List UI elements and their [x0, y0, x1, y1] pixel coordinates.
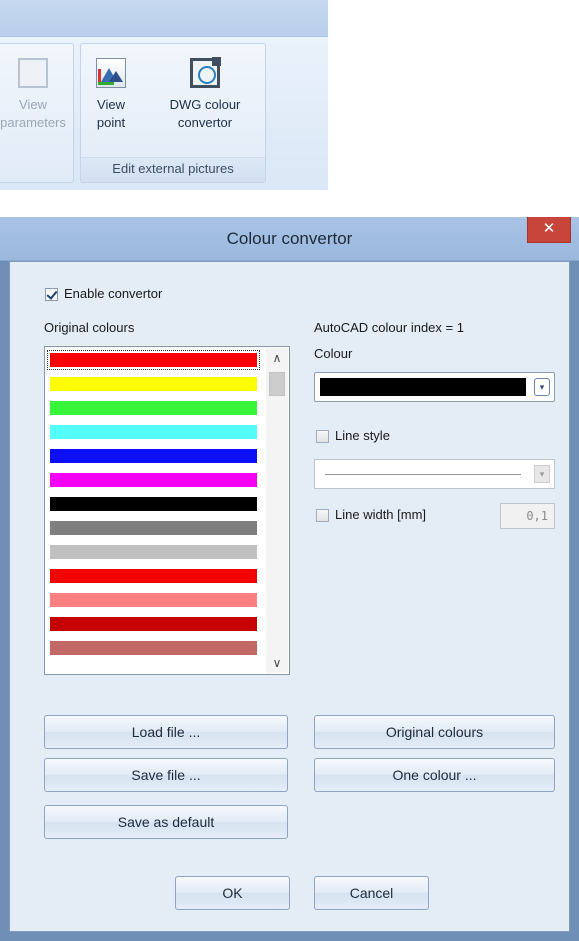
dwg-colour-convertor-button[interactable]: DWG colour convertor	[149, 57, 261, 132]
ribbon-tab-strip	[0, 0, 328, 37]
view-point-line2: point	[96, 115, 126, 130]
colour-list-item[interactable]	[50, 449, 257, 463]
selected-colour-swatch	[320, 378, 526, 396]
ribbon-group-edit-external-pictures: View point DWG colour convertor Edit ext…	[80, 43, 266, 183]
close-icon: ✕	[542, 220, 556, 237]
line-width-checkbox[interactable]	[316, 509, 329, 522]
colour-list-item[interactable]	[50, 473, 257, 487]
colour-list-item[interactable]	[50, 521, 257, 535]
save-file-button[interactable]: Save file ...	[44, 758, 288, 792]
line-style-select[interactable]: ▾	[314, 459, 555, 489]
colour-list-item[interactable]	[50, 569, 257, 583]
colour-convertor-dialog: Colour convertor ✕ Enable convertor Orig…	[0, 217, 579, 941]
colour-list-item[interactable]	[50, 641, 257, 655]
colour-list-item[interactable]	[50, 401, 257, 415]
autocad-colour-index-label: AutoCAD colour index = 1	[314, 320, 464, 335]
colour-list-item[interactable]	[50, 497, 257, 511]
line-width-input[interactable]: 0,1	[500, 503, 555, 529]
view-parameters-line2: parameters	[0, 115, 66, 130]
view-point-line1: View	[97, 97, 125, 112]
chevron-down-icon[interactable]: ▾	[534, 378, 550, 396]
view-point-icon	[96, 58, 126, 88]
scroll-down-icon[interactable]: ∨	[266, 653, 288, 673]
colour-list-item[interactable]	[50, 617, 257, 631]
parameters-icon	[18, 58, 48, 88]
load-file-button[interactable]: Load file ...	[44, 715, 288, 749]
ribbon-panel: View parameters View point DWG colour co…	[0, 0, 328, 190]
colour-list-item[interactable]	[50, 377, 257, 391]
scroll-thumb[interactable]	[269, 372, 285, 396]
colour-select[interactable]: ▾	[314, 372, 555, 402]
view-parameters-button[interactable]: View parameters	[0, 58, 69, 132]
view-point-button[interactable]: View point	[85, 58, 137, 132]
ok-button[interactable]: OK	[175, 876, 290, 910]
line-style-checkbox[interactable]	[316, 430, 329, 443]
dialog-titlebar[interactable]: Colour convertor ✕	[0, 217, 579, 261]
cancel-button[interactable]: Cancel	[314, 876, 429, 910]
chevron-down-icon[interactable]: ▾	[534, 465, 550, 483]
one-colour-button[interactable]: One colour ...	[314, 758, 555, 792]
line-style-label[interactable]: Line style	[335, 428, 390, 443]
swatch-list	[47, 350, 260, 665]
colour-list-item[interactable]	[50, 545, 257, 559]
ribbon-group-title: Edit external pictures	[81, 157, 265, 182]
ribbon-group-parameters: View parameters	[0, 43, 74, 183]
line-width-label[interactable]: Line width [mm]	[335, 507, 426, 522]
enable-convertor-checkbox[interactable]	[45, 288, 58, 301]
dwg-colour-line2: convertor	[177, 115, 233, 130]
colour-label: Colour	[314, 346, 353, 361]
colour-list-item[interactable]	[47, 350, 260, 370]
dialog-client-area: Enable convertor Original colours ∧ ∨ Au…	[9, 261, 570, 932]
view-parameters-line1: View	[19, 97, 47, 112]
dialog-title: Colour convertor	[226, 229, 353, 248]
list-scrollbar[interactable]: ∧ ∨	[266, 348, 288, 673]
enable-convertor-label[interactable]: Enable convertor	[64, 286, 162, 301]
original-colours-button[interactable]: Original colours	[314, 715, 555, 749]
scroll-up-icon[interactable]: ∧	[266, 348, 288, 368]
original-colours-label: Original colours	[44, 320, 135, 335]
colour-list-item[interactable]	[50, 593, 257, 607]
save-as-default-button[interactable]: Save as default	[44, 805, 288, 839]
line-style-preview	[325, 474, 521, 475]
close-button[interactable]: ✕	[527, 217, 571, 243]
dwg-colour-line1: DWG colour	[169, 97, 241, 112]
original-colours-list[interactable]: ∧ ∨	[44, 346, 290, 675]
dwg-colour-convertor-icon	[190, 57, 221, 88]
colour-list-item[interactable]	[50, 425, 257, 439]
